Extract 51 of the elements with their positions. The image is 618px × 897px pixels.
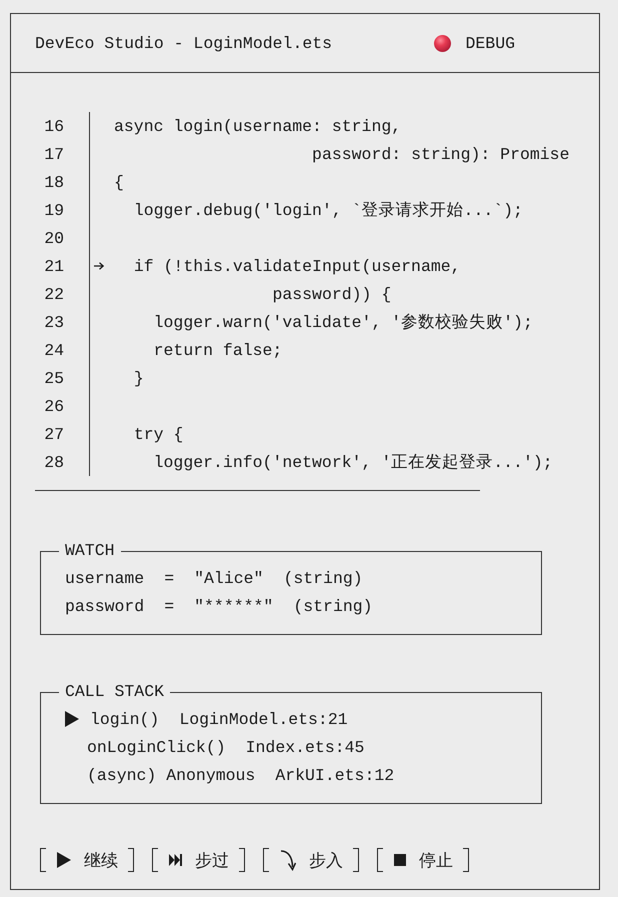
file-location: Index.ets:45: [246, 738, 364, 756]
file-location: LoginModel.ets:21: [179, 710, 348, 728]
curved-arrow-icon: [280, 849, 296, 871]
function-name[interactable]: (async) Anonymous: [87, 766, 256, 784]
code-text: }: [134, 368, 144, 388]
variable-value: "Alice": [194, 568, 264, 588]
variable-name: password: [65, 596, 144, 616]
mode-label: DEBUG: [465, 34, 515, 52]
code-text: {: [114, 172, 124, 192]
line-number: 25: [44, 368, 64, 388]
variable-type: (string): [283, 568, 363, 588]
window-title: DevEco Studio - LoginModel.ets: [35, 34, 332, 52]
code-text: logger.warn('validate', '参数校验失败');: [154, 312, 533, 333]
stop-icon: [394, 854, 406, 866]
panel-title: CALL STACK: [64, 682, 166, 702]
equals-sign: =: [164, 596, 174, 616]
line-number: 16: [44, 116, 64, 136]
function-name[interactable]: onLoginClick(): [87, 738, 226, 756]
code-text: password: string): Promise: [312, 144, 570, 164]
status-dot-icon: [434, 34, 452, 52]
stop-button[interactable]: 停止: [377, 848, 469, 872]
variable-name: username: [65, 568, 144, 588]
variable-value: "******": [194, 596, 274, 616]
line-number: 21: [44, 256, 64, 276]
code-text: password)) {: [272, 284, 392, 304]
line-number: 19: [44, 200, 64, 220]
code-text: return false;: [154, 340, 282, 360]
file-location: ArkUI.ets:12: [275, 766, 394, 784]
continue-button[interactable]: 继续: [40, 848, 134, 872]
line-number: 22: [44, 284, 64, 304]
play-icon: [57, 852, 71, 868]
line-number: 18: [44, 172, 64, 192]
code-text: if (!this.validateInput(username,: [134, 256, 461, 276]
step-into-button[interactable]: 步入: [263, 848, 359, 872]
line-number: 27: [44, 424, 64, 444]
function-name[interactable]: login(): [90, 710, 160, 728]
code-text: logger.debug('login', `登录请求开始...`);: [134, 200, 523, 221]
skip-forward-icon: [169, 854, 182, 866]
line-number: 26: [44, 396, 64, 416]
line-number: 23: [44, 312, 64, 332]
line-number: 17: [44, 144, 64, 164]
panel-title: WATCH: [64, 541, 116, 561]
code-text: logger.info('network', '正在发起登录...');: [154, 452, 553, 473]
code-text: async login(username: string,: [114, 116, 402, 136]
line-number: 28: [44, 452, 64, 472]
line-number: 24: [44, 340, 64, 360]
equals-sign: =: [164, 568, 174, 588]
variable-type: (string): [293, 596, 373, 616]
line-number: 20: [44, 228, 64, 248]
step-over-button[interactable]: 步过: [152, 848, 245, 872]
code-text: try {: [134, 424, 184, 444]
